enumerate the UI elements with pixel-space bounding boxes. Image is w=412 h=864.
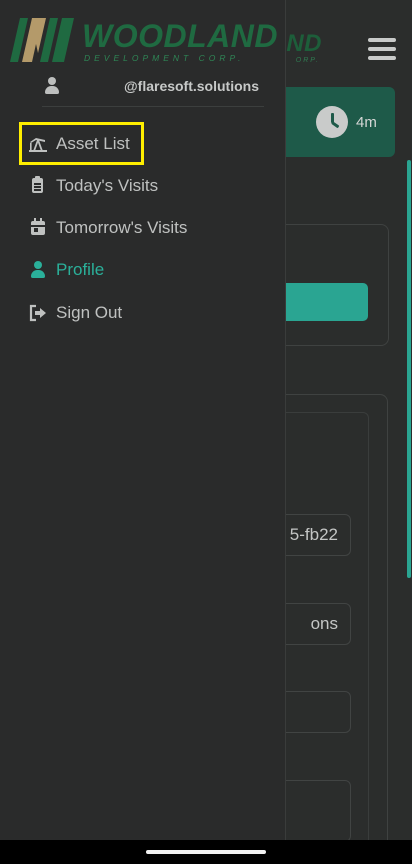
hamburger-menu-icon[interactable] [368, 36, 396, 62]
nav-item-label: Today's Visits [56, 176, 159, 195]
home-indicator[interactable] [146, 850, 266, 854]
clipboard-icon [28, 176, 48, 196]
app-logo-subtext: ORP. [295, 57, 320, 64]
detail-field-1-value: 5-fb22 [289, 525, 338, 544]
timer-value: 4m [356, 114, 377, 131]
highlight-box [19, 122, 144, 165]
nav-item-todays-visits[interactable]: Today's Visits [28, 169, 158, 203]
calendar-icon [28, 218, 48, 238]
system-navigation-bar [0, 840, 412, 864]
brand-name: WOODLAND [82, 18, 278, 54]
user-handle: @flaresoft.solutions [124, 78, 259, 94]
app-logo-text: ND [286, 30, 322, 57]
user-icon [44, 77, 60, 95]
nav-item-label: Tomorrow's Visits [56, 218, 188, 237]
navigation-drawer: WOODLAND DEVELOPMENT CORP. @flaresoft.so… [0, 0, 286, 840]
divider [42, 106, 264, 107]
user-icon [28, 260, 48, 280]
detail-field-2-value: ons [310, 614, 338, 633]
sign-out-icon [29, 304, 46, 322]
nav-item-sign-out[interactable]: Sign Out [28, 296, 122, 330]
woodland-logo-icon [10, 18, 74, 62]
scrollbar-thumb[interactable] [407, 160, 411, 578]
nav-item-tomorrows-visits[interactable]: Tomorrow's Visits [28, 211, 187, 245]
nav-item-profile[interactable]: Profile [28, 253, 104, 287]
brand-subtitle: DEVELOPMENT CORP. [84, 53, 245, 63]
nav-item-label: Sign Out [56, 303, 123, 322]
clock-icon [316, 106, 348, 138]
nav-item-label: Profile [56, 260, 105, 279]
